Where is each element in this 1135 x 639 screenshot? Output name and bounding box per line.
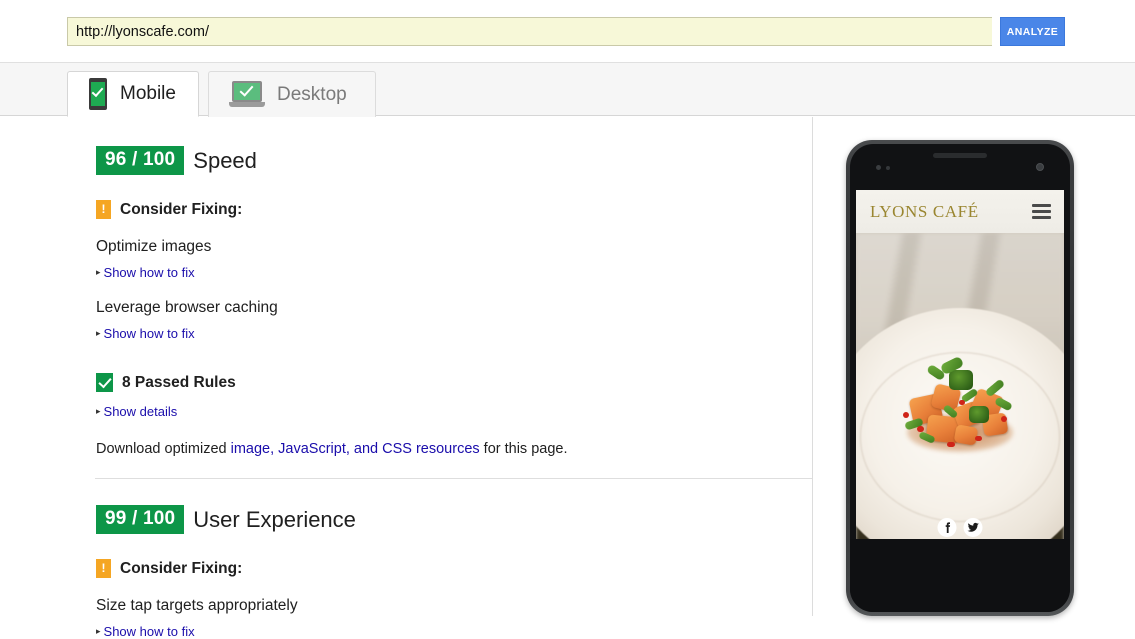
download-prefix: Download optimized [96, 441, 231, 457]
speed-score-row: 96 / 100 Speed [96, 146, 812, 175]
speed-consider-fixing-label: Consider Fixing: [120, 201, 242, 219]
tab-mobile[interactable]: Mobile [67, 71, 199, 117]
download-resources-link[interactable]: image, JavaScript, and CSS resources [231, 441, 480, 457]
download-optimized-line: Download optimized image, JavaScript, an… [96, 441, 812, 457]
phone-camera-icon [1036, 163, 1044, 171]
show-how-to-fix-link[interactable]: ▸ Show how to fix [96, 265, 195, 280]
passed-rules-header: 8 Passed Rules [96, 373, 812, 392]
rule-name: Optimize images [96, 238, 812, 256]
warning-icon: ! [96, 200, 111, 219]
ux-score-badge: 99 / 100 [96, 505, 184, 534]
show-how-to-fix-link[interactable]: ▸ Show how to fix [96, 624, 195, 639]
ux-consider-fixing-header: ! Consider Fixing: [96, 559, 812, 578]
phone-sensor [876, 165, 881, 170]
show-how-to-fix-label: Show how to fix [104, 326, 195, 341]
url-bar: ANALYZE [0, 0, 1135, 62]
show-how-to-fix-label: Show how to fix [104, 265, 195, 280]
chevron-right-icon: ▸ [96, 627, 101, 636]
check-icon [96, 373, 113, 392]
tab-desktop[interactable]: Desktop [208, 71, 376, 117]
hero-food-plating [897, 358, 1023, 454]
ux-score-row: 99 / 100 User Experience [96, 505, 812, 534]
social-links [938, 518, 983, 537]
url-input[interactable] [67, 17, 992, 46]
site-title: LYONS CAFÉ [870, 202, 979, 222]
speed-section: 96 / 100 Speed ! Consider Fixing: Optimi… [96, 146, 812, 479]
chevron-right-icon: ▸ [96, 268, 101, 277]
preview-pane: LYONS CAFÉ [814, 117, 1135, 616]
speed-consider-fixing-header: ! Consider Fixing: [96, 200, 812, 219]
ux-section-title: User Experience [193, 507, 356, 533]
rule-name: Leverage browser caching [96, 299, 812, 317]
tab-bar: Mobile Desktop [0, 62, 1135, 116]
chevron-right-icon: ▸ [96, 407, 101, 416]
hamburger-menu-icon[interactable] [1032, 201, 1051, 222]
twitter-icon[interactable] [964, 518, 983, 537]
phone-screen: LYONS CAFÉ [856, 190, 1064, 547]
phone-body: LYONS CAFÉ [850, 144, 1070, 612]
phone-speaker [933, 153, 987, 158]
tab-desktop-label: Desktop [277, 84, 347, 106]
tab-mobile-label: Mobile [120, 83, 176, 105]
passed-rules-label: 8 Passed Rules [122, 374, 236, 392]
facebook-icon[interactable] [938, 518, 957, 537]
user-experience-section: 99 / 100 User Experience ! Consider Fixi… [96, 505, 812, 639]
rule-name: Size tap targets appropriately [96, 597, 812, 615]
phone-sensor-secondary [886, 166, 890, 170]
phone-bottom-bezel [850, 539, 1070, 612]
speed-score-badge: 96 / 100 [96, 146, 184, 175]
site-header: LYONS CAFÉ [856, 190, 1064, 233]
phone-mockup: LYONS CAFÉ [846, 140, 1074, 616]
warning-icon: ! [96, 559, 111, 578]
hero-food-photo [856, 233, 1064, 547]
section-divider [95, 478, 812, 479]
show-details-link[interactable]: ▸ Show details [96, 404, 177, 419]
mobile-phone-icon [88, 78, 108, 110]
laptop-icon [229, 81, 265, 109]
analyze-button[interactable]: ANALYZE [1000, 17, 1065, 46]
ux-consider-fixing-label: Consider Fixing: [120, 560, 242, 578]
download-suffix: for this page. [480, 441, 568, 457]
results-content: 96 / 100 Speed ! Consider Fixing: Optimi… [0, 117, 813, 616]
chevron-right-icon: ▸ [96, 329, 101, 338]
show-how-to-fix-link[interactable]: ▸ Show how to fix [96, 326, 195, 341]
show-details-label: Show details [104, 404, 178, 419]
show-how-to-fix-label: Show how to fix [104, 624, 195, 639]
speed-section-title: Speed [193, 148, 257, 174]
